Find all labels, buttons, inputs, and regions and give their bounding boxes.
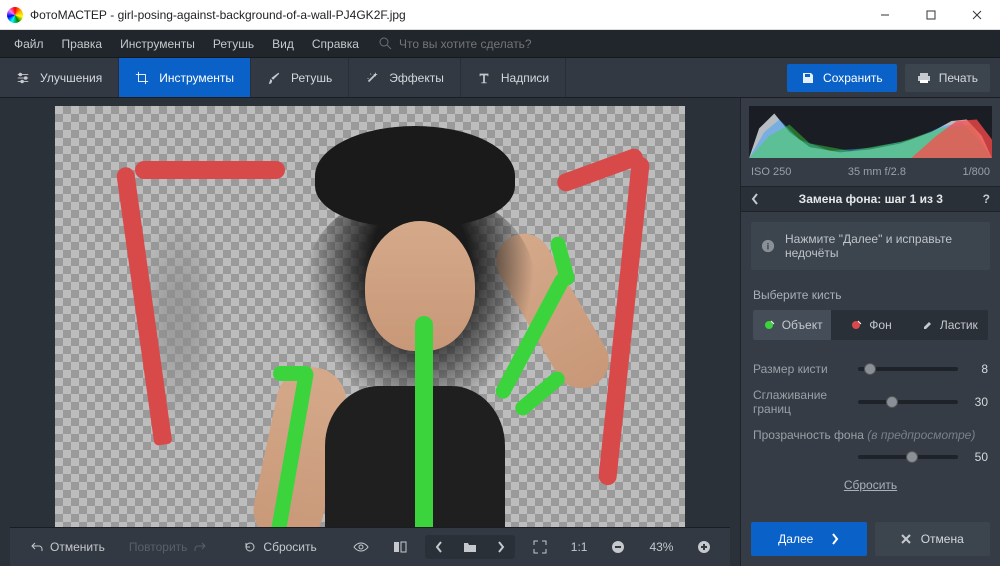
titlebar: ФотоМАСТЕР - girl-posing-against-backgro…	[0, 0, 1000, 30]
hint-box: i Нажмите "Далее" и исправьте недочёты	[751, 222, 990, 270]
window-title: ФотоМАСТЕР - girl-posing-against-backgro…	[30, 8, 406, 22]
object-stroke	[273, 366, 313, 381]
exif-shutter: 1/800	[962, 166, 990, 178]
maximize-button[interactable]	[908, 0, 954, 30]
side-panel: ISO 250 35 mm f/2.8 1/800 Замена фона: ш…	[740, 98, 1000, 566]
brush-tabs: Объект Фон Ластик	[753, 310, 988, 340]
browse-folder[interactable]	[453, 535, 487, 559]
tab-tools[interactable]: Инструменты	[119, 58, 251, 97]
info-icon: i	[761, 239, 775, 253]
opacity-note: (в предпросмотре)	[867, 428, 975, 442]
cancel-button[interactable]: Отмена	[875, 522, 991, 556]
wand-icon	[365, 71, 379, 85]
menu-help[interactable]: Справка	[304, 33, 367, 55]
opacity-slider[interactable]	[858, 455, 958, 459]
compare-toggle[interactable]	[383, 534, 417, 560]
exif-iso: ISO 250	[751, 166, 791, 178]
menu-retouch[interactable]: Ретушь	[205, 33, 262, 55]
reset-button[interactable]: Сбросить	[233, 534, 326, 560]
brush-eraser[interactable]: Ластик	[910, 310, 988, 340]
tab-text[interactable]: Надписи	[461, 58, 566, 97]
save-button[interactable]: Сохранить	[787, 64, 897, 92]
print-label: Печать	[939, 71, 978, 85]
tab-effects[interactable]: Эффекты	[349, 58, 461, 97]
smooth-label: Сглаживание границ	[753, 388, 850, 416]
print-icon	[917, 71, 931, 85]
tab-retouch[interactable]: Ретушь	[251, 58, 349, 97]
window-controls	[862, 0, 1000, 30]
brush-object[interactable]: Объект	[753, 310, 831, 340]
exif-lens: 35 mm f/2.8	[848, 166, 906, 178]
exif-bar: ISO 250 35 mm f/2.8 1/800	[741, 166, 1000, 186]
zoom-out[interactable]	[601, 534, 635, 560]
text-icon	[477, 71, 491, 85]
size-label: Размер кисти	[753, 362, 850, 376]
hint-text: Нажмите "Далее" и исправьте недочёты	[785, 232, 980, 260]
bg-stroke	[135, 161, 285, 179]
main-toolbar: Улучшения Инструменты Ретушь Эффекты Над…	[0, 58, 1000, 98]
choose-brush-label: Выберите кисть	[753, 288, 988, 302]
smooth-value: 30	[966, 395, 988, 409]
brush-background[interactable]: Фон	[831, 310, 909, 340]
print-button[interactable]: Печать	[905, 64, 990, 92]
crop-icon	[135, 71, 149, 85]
size-value: 8	[966, 362, 988, 376]
tab-label: Ретушь	[291, 71, 332, 85]
close-button[interactable]	[954, 0, 1000, 30]
bg-brush-icon	[849, 318, 863, 332]
svg-text:i: i	[767, 242, 770, 253]
smooth-slider[interactable]	[858, 400, 958, 404]
menu-search	[379, 37, 559, 51]
back-icon[interactable]	[751, 193, 759, 205]
search-input[interactable]	[399, 37, 559, 51]
object-stroke	[512, 368, 568, 418]
menu-edit[interactable]: Правка	[54, 33, 111, 55]
save-icon	[801, 71, 815, 85]
canvas-area: Отменить Повторить Сбросить 1:1 43%	[0, 98, 740, 566]
nav-group	[425, 535, 515, 559]
redo-button[interactable]: Повторить	[119, 534, 218, 560]
opacity-value: 50	[966, 450, 988, 464]
zoom-in[interactable]	[687, 534, 721, 560]
opacity-label: Прозрачность фона	[753, 428, 864, 442]
reset-link[interactable]: Сбросить	[753, 470, 988, 504]
save-label: Сохранить	[823, 71, 883, 85]
fit-screen[interactable]	[523, 534, 557, 560]
object-brush-icon	[762, 318, 776, 332]
tab-improve[interactable]: Улучшения	[0, 58, 119, 97]
undo-button[interactable]: Отменить	[20, 534, 115, 560]
preview-toggle[interactable]	[343, 535, 379, 559]
search-icon	[379, 37, 393, 51]
eraser-icon	[920, 318, 934, 332]
step-title: Замена фона: шаг 1 из 3	[769, 192, 973, 206]
minimize-button[interactable]	[862, 0, 908, 30]
help-icon[interactable]: ?	[983, 192, 990, 206]
next-image[interactable]	[487, 535, 515, 559]
menu-view[interactable]: Вид	[264, 33, 302, 55]
panel-footer: Далее Отмена	[741, 512, 1000, 566]
object-stroke	[415, 316, 433, 527]
next-button[interactable]: Далее	[751, 522, 867, 556]
main-area: Отменить Повторить Сбросить 1:1 43%	[0, 98, 1000, 566]
prev-image[interactable]	[425, 535, 453, 559]
statusbar: Отменить Повторить Сбросить 1:1 43%	[10, 527, 730, 566]
zoom-value[interactable]: 43%	[639, 534, 683, 560]
image-canvas[interactable]	[55, 106, 685, 527]
menubar: Файл Правка Инструменты Ретушь Вид Справ…	[0, 30, 1000, 58]
app-icon	[7, 7, 23, 23]
brush-icon	[267, 71, 281, 85]
menu-file[interactable]: Файл	[6, 33, 52, 55]
tab-label: Эффекты	[389, 71, 444, 85]
sliders-icon	[16, 71, 30, 85]
histogram[interactable]	[749, 106, 992, 158]
zoom-actual[interactable]: 1:1	[561, 534, 598, 560]
step-header: Замена фона: шаг 1 из 3 ?	[741, 186, 1000, 212]
size-slider[interactable]	[858, 367, 958, 371]
tab-label: Надписи	[501, 71, 549, 85]
bg-stroke	[598, 156, 650, 486]
menu-tools[interactable]: Инструменты	[112, 33, 203, 55]
tab-label: Улучшения	[40, 71, 102, 85]
tab-label: Инструменты	[159, 71, 234, 85]
